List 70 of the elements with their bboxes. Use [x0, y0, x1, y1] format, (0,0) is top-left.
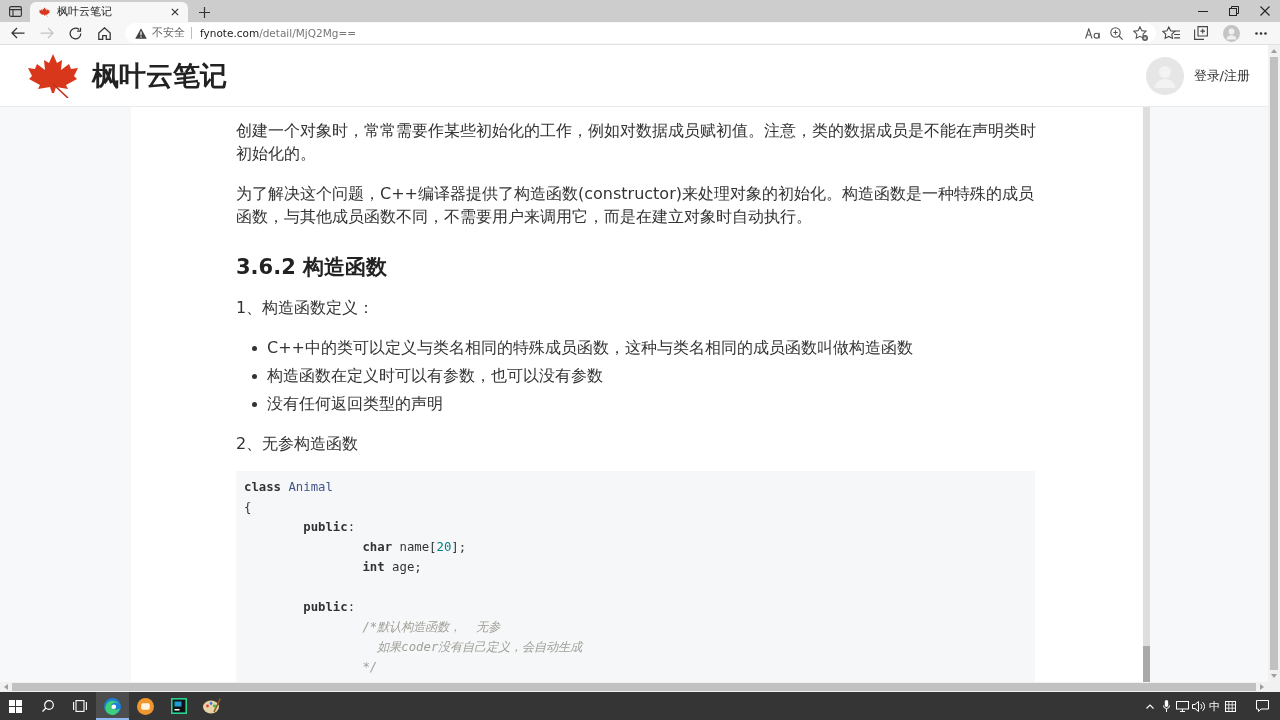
forward-arrow-icon [39, 27, 54, 39]
plus-icon [198, 6, 210, 18]
round-app-icon [137, 697, 154, 715]
browser-tab[interactable]: 枫叶云笔记 [30, 2, 188, 22]
more-icon [1255, 31, 1267, 35]
microphone-icon [1162, 700, 1170, 712]
input-method-button[interactable]: 中 [1206, 692, 1222, 720]
code-line: int age; [362, 560, 422, 574]
search-icon [41, 700, 54, 712]
scrollbar[interactable] [0, 682, 1280, 692]
warning-icon [135, 27, 147, 39]
code-line: { [244, 500, 252, 514]
minimize-icon [1197, 10, 1208, 12]
collections-icon [1194, 26, 1208, 40]
back-arrow-icon [10, 27, 25, 39]
login-link[interactable]: 登录/注册 [1193, 66, 1250, 85]
home-icon [98, 26, 111, 40]
scrollbar[interactable] [1143, 107, 1150, 682]
code-line: */ [362, 660, 378, 674]
site-title[interactable]: 枫叶云笔记 [92, 57, 227, 94]
grid-icon [1224, 700, 1236, 712]
close-icon [1259, 6, 1270, 16]
avatar-icon [1145, 56, 1184, 95]
swirl-icon [104, 697, 121, 715]
security-button[interactable]: 不安全 [135, 24, 185, 42]
code-line: class Animal [244, 480, 333, 494]
caret-left-icon [4, 684, 8, 690]
palette-icon [202, 698, 221, 714]
bullet-icon [252, 401, 257, 407]
paragraph: 创建一个对象时，常常需要作某些初始化的工作，例如对数据成员赋初值。注意，类的数据成员是不能在声明类时初始化的。 [236, 120, 1037, 165]
code-line: public: [303, 600, 356, 614]
scrollbar[interactable] [1268, 45, 1280, 682]
star-list-icon [1162, 26, 1180, 40]
code-line: char name[20]; [362, 540, 467, 554]
square-app-icon [170, 698, 187, 714]
stacked-windows-icon [73, 700, 87, 712]
maple-leaf-logo [28, 53, 78, 98]
caret-right-icon [1260, 684, 1264, 690]
star-plus-icon [1132, 25, 1148, 41]
caret-up-icon [1271, 49, 1277, 53]
zoom-in-icon [1109, 26, 1123, 40]
code-line: public: [303, 520, 356, 534]
code-line: /*默认构造函数， 无参 [362, 620, 501, 634]
speech-bubble-icon [1255, 700, 1269, 712]
speaker-icon [1191, 700, 1205, 712]
four-squares-icon [9, 699, 22, 713]
bullet-icon [252, 373, 257, 379]
url-text[interactable]: fynote.com/detail/MjQ2Mg== [200, 27, 356, 39]
monitor-icon [1175, 700, 1189, 712]
scroll-thumb[interactable] [1143, 646, 1150, 682]
list-item: C++中的类可以定义与类名相同的特殊成员函数，这种与类名相同的成员函数叫做构造函数 [267, 337, 913, 359]
address-field[interactable]: 不安全 fynote.com/detail/MjQ2Mg== [125, 23, 1156, 43]
restore-icon [1228, 6, 1239, 16]
subheading: 1、构造函数定义： [236, 297, 375, 319]
close-icon [171, 8, 179, 16]
caret-up-icon [1146, 703, 1154, 709]
maple-leaf-icon [39, 7, 50, 17]
subheading: 2、无参构造函数 [236, 433, 359, 455]
window-icon [8, 5, 22, 17]
paragraph: 为了解决这个问题，C++编译器提供了构造函数(constructor)来处理对象的初始化。构造函数是一种特殊的成员函数，与其他成员函数不同，不需要用户来调用它，而是在建立对象时自动执行。 [236, 183, 1035, 228]
list-item: 构造函数在定义时可以有参数，也可以没有参数 [267, 365, 603, 387]
refresh-icon [69, 26, 82, 40]
scroll-thumb[interactable] [1270, 57, 1278, 670]
list-item: 没有任何返回类型的声明 [267, 393, 443, 415]
section-heading: 3.6.2 构造函数 [236, 254, 388, 281]
scroll-thumb[interactable] [12, 683, 1256, 691]
bullet-icon [252, 345, 257, 351]
code-line: 如果coder没有自己定义，会自动生成 [377, 640, 583, 654]
letters-icon [1084, 27, 1100, 39]
caret-down-icon [1271, 674, 1277, 678]
